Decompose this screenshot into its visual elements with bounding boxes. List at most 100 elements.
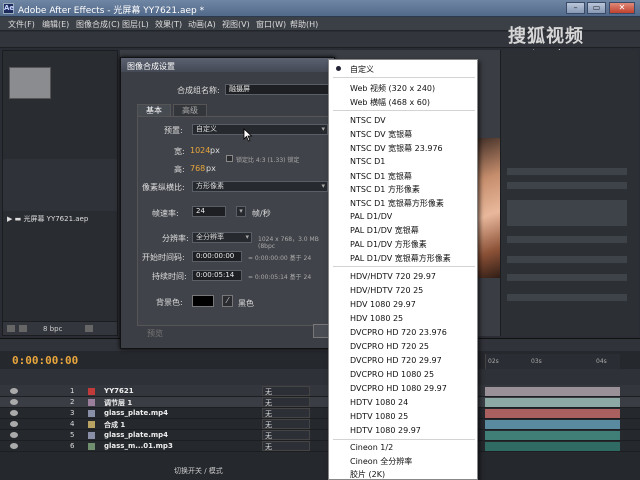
preset-option[interactable]: Cineon 全分辨率 xyxy=(350,456,412,467)
layer-name[interactable]: glass_plate.mp4 xyxy=(104,431,168,439)
tab-basic[interactable]: 基本 xyxy=(137,104,171,116)
parent-select[interactable]: 无 xyxy=(262,419,310,429)
preset-option[interactable]: NTSC DV xyxy=(350,116,386,125)
parent-select[interactable]: 无 xyxy=(262,397,310,407)
pixel-aspect-select[interactable]: 方形像素 xyxy=(192,181,328,192)
layer-row[interactable]: 4 合成 1 无 xyxy=(0,419,640,430)
layer-row[interactable]: 5 glass_plate.mp4 无 xyxy=(0,430,640,441)
eye-icon[interactable] xyxy=(10,421,18,427)
layer-name[interactable]: glass_plate.mp4 xyxy=(104,409,168,417)
layer-duration-bar[interactable] xyxy=(485,442,620,451)
layer-name[interactable]: YY7621 xyxy=(104,387,134,395)
lock-aspect-checkbox[interactable] xyxy=(226,155,233,162)
background-color-swatch[interactable] xyxy=(192,295,214,307)
preset-option[interactable]: DVCPRO HD 720 23.976 xyxy=(350,328,447,337)
layer-row[interactable]: 2 调节层 1 无 xyxy=(0,397,640,408)
menu-edit[interactable]: 编辑(E) xyxy=(42,19,69,30)
speaker-icon[interactable] xyxy=(10,443,18,449)
menu-file[interactable]: 文件(F) xyxy=(8,19,35,30)
preset-select[interactable]: 自定义 xyxy=(192,124,328,135)
resolution-select[interactable]: 全分辨率 xyxy=(192,232,252,243)
preset-option[interactable]: PAL D1/DV 宽银幕方形像素 xyxy=(350,253,451,264)
menu-window[interactable]: 窗口(W) xyxy=(256,19,286,30)
menu-animation[interactable]: 动画(A) xyxy=(188,19,216,30)
preset-option[interactable]: HDTV 1080 25 xyxy=(350,412,408,421)
parent-select[interactable]: 无 xyxy=(262,430,310,440)
interpret-footage-icon[interactable] xyxy=(7,325,15,332)
layer-duration-bar[interactable] xyxy=(485,398,620,407)
label-color-swatch[interactable] xyxy=(88,410,95,417)
width-value[interactable]: 1024 xyxy=(190,146,210,155)
eyedropper-icon[interactable]: ⁄ xyxy=(222,295,233,307)
preset-option[interactable]: 胶片 (2K) xyxy=(350,469,385,480)
frame-rate-dropdown-icon[interactable]: ▾ xyxy=(236,206,246,217)
layer-name[interactable]: 调节层 1 xyxy=(104,398,132,408)
frame-rate-input[interactable]: 24 xyxy=(192,206,226,217)
preset-option[interactable]: HDV 1080 25 xyxy=(350,314,403,323)
project-item-folder[interactable]: ▶ ▬ 光屏幕 YY7621.aep xyxy=(7,214,88,224)
preset-option[interactable]: DVCPRO HD 1080 29.97 xyxy=(350,384,447,393)
preset-option[interactable]: DVCPRO HD 720 25 xyxy=(350,342,429,351)
layer-name[interactable]: 合成 1 xyxy=(104,420,125,430)
layer-duration-bar[interactable] xyxy=(485,409,620,418)
layer-duration-bar[interactable] xyxy=(485,387,620,396)
toggle-switches-modes[interactable]: 切换开关 / 模式 xyxy=(174,466,223,476)
preset-option[interactable]: HDV/HDTV 720 29.97 xyxy=(350,272,436,281)
preset-option[interactable]: DVCPRO HD 720 29.97 xyxy=(350,356,442,365)
layer-row[interactable]: 6 glass_m...01.mp3 无 xyxy=(0,441,640,452)
preset-option[interactable]: NTSC D1 方形像素 xyxy=(350,184,420,195)
current-timecode[interactable]: 0:00:00:00 xyxy=(12,354,78,367)
preset-option[interactable]: NTSC D1 宽银幕 xyxy=(350,171,412,182)
tab-advanced[interactable]: 高级 xyxy=(173,104,207,116)
parent-select[interactable]: 无 xyxy=(262,408,310,418)
preset-option[interactable]: PAL D1/DV 方形像素 xyxy=(350,239,427,250)
preset-option[interactable]: 自定义 xyxy=(350,64,374,75)
preset-option[interactable]: Web 横幅 (468 x 60) xyxy=(350,97,430,108)
preset-option[interactable]: NTSC DV 宽银幕 xyxy=(350,129,412,140)
preset-option[interactable]: Web 视频 (320 x 240) xyxy=(350,83,435,94)
composition-name-input[interactable]: 融摄屏 xyxy=(225,84,329,95)
preset-option[interactable]: NTSC D1 宽银幕方形像素 xyxy=(350,198,444,209)
eye-icon[interactable] xyxy=(10,399,18,405)
maximize-button[interactable]: ▭ xyxy=(587,2,606,14)
preset-option[interactable]: PAL D1/DV xyxy=(350,212,392,221)
new-folder-icon[interactable] xyxy=(19,325,27,332)
preset-option[interactable]: HDTV 1080 29.97 xyxy=(350,426,421,435)
label-color-swatch[interactable] xyxy=(88,443,95,450)
eye-icon[interactable] xyxy=(10,410,18,416)
eye-icon[interactable] xyxy=(10,432,18,438)
label-color-swatch[interactable] xyxy=(88,421,95,428)
label-color-swatch[interactable] xyxy=(88,388,95,395)
layer-row[interactable]: 3 glass_plate.mp4 无 xyxy=(0,408,640,419)
duration-input[interactable]: 0:00:05:14 xyxy=(192,270,242,281)
preset-option[interactable]: DVCPRO HD 1080 25 xyxy=(350,370,434,379)
preset-option[interactable]: HDV/HDTV 720 25 xyxy=(350,286,423,295)
preset-option[interactable]: NTSC D1 xyxy=(350,157,385,166)
menu-help[interactable]: 帮助(H) xyxy=(290,19,318,30)
preview-checkbox-label[interactable]: 预览 xyxy=(147,328,163,339)
label-color-swatch[interactable] xyxy=(88,432,95,439)
start-timecode-input[interactable]: 0:00:00:00 xyxy=(192,251,242,262)
menu-view[interactable]: 视图(V) xyxy=(222,19,250,30)
menu-effect[interactable]: 效果(T) xyxy=(155,19,182,30)
layer-duration-bar[interactable] xyxy=(485,420,620,429)
trash-icon[interactable] xyxy=(85,325,93,332)
layer-name[interactable]: glass_m...01.mp3 xyxy=(104,442,173,450)
minimize-button[interactable]: – xyxy=(566,2,585,14)
parent-select[interactable]: 无 xyxy=(262,386,310,396)
preset-option[interactable]: HDTV 1080 24 xyxy=(350,398,408,407)
preset-option[interactable]: Cineon 1/2 xyxy=(350,443,393,452)
close-button[interactable]: ✕ xyxy=(609,2,635,14)
label-color-swatch[interactable] xyxy=(88,399,95,406)
preset-option[interactable]: NTSC DV 宽银幕 23.976 xyxy=(350,143,443,154)
layer-duration-bar[interactable] xyxy=(485,431,620,440)
eye-icon[interactable] xyxy=(10,388,18,394)
menu-composition[interactable]: 图像合成(C) xyxy=(76,19,120,30)
layer-row[interactable]: 1 YY7621 无 xyxy=(0,386,640,397)
parent-select[interactable]: 无 xyxy=(262,441,310,451)
preset-option[interactable]: PAL D1/DV 宽银幕 xyxy=(350,225,419,236)
menu-layer[interactable]: 图层(L) xyxy=(122,19,149,30)
bpc-label[interactable]: 8 bpc xyxy=(43,325,62,333)
height-value[interactable]: 768 xyxy=(190,164,205,173)
preset-option[interactable]: HDV 1080 29.97 xyxy=(350,300,416,309)
